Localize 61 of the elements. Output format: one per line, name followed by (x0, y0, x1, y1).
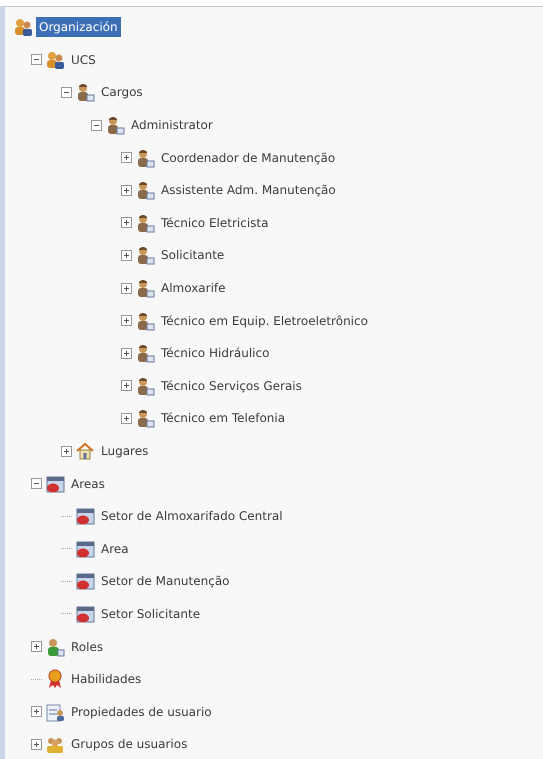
person-icon (135, 310, 155, 331)
tree-item[interactable]: Almoxarife (158, 278, 229, 298)
tree-item[interactable]: Solicitante (158, 245, 228, 266)
properties-icon (45, 702, 65, 722)
person-icon (135, 376, 155, 396)
tree-item[interactable]: Técnico Hidráulico (158, 343, 272, 364)
expand-icon[interactable] (121, 348, 132, 359)
person-icon (105, 115, 125, 136)
expand-icon[interactable] (61, 446, 72, 457)
tree-item[interactable]: Roles (68, 636, 106, 657)
tree-item[interactable]: Administrator (128, 115, 216, 136)
tree-item[interactable]: Setor Solicitante (98, 604, 204, 624)
person-icon (135, 245, 155, 266)
expand-icon[interactable] (121, 217, 132, 228)
tree-item[interactable]: Assistente Adm. Manutenção (158, 180, 339, 200)
tree-item[interactable]: Técnico Serviços Gerais (158, 376, 305, 396)
person-icon (75, 82, 95, 102)
tree-item[interactable]: UCS (68, 50, 99, 70)
collapse-icon[interactable] (61, 86, 72, 98)
tree-item[interactable]: Técnico Eletricista (158, 212, 272, 233)
area-icon (75, 571, 95, 592)
expand-icon[interactable] (121, 315, 132, 326)
expand-icon[interactable] (31, 641, 42, 652)
expand-icon[interactable] (121, 380, 132, 392)
area-icon (75, 604, 95, 624)
area-icon (45, 474, 65, 494)
area-icon (75, 538, 95, 559)
house-icon (75, 441, 95, 462)
tree-item[interactable]: Técnico em Telefonia (158, 408, 288, 428)
person-icon (135, 408, 155, 428)
tree-item[interactable]: Lugares (98, 441, 152, 462)
collapse-icon[interactable] (31, 478, 42, 490)
tree-item[interactable]: Cargos (98, 82, 146, 102)
tree-item[interactable]: Propiedades de usuario (68, 702, 215, 722)
area-icon (75, 506, 95, 526)
tree-item[interactable]: Técnico em Equip. Eletroeletrônico (158, 310, 371, 331)
expand-icon[interactable] (121, 152, 132, 164)
tree-item[interactable]: Areas (68, 474, 108, 494)
expand-icon[interactable] (121, 250, 132, 261)
tree-item[interactable]: Grupos de usuarios (68, 734, 190, 754)
tree-item[interactable]: Habilidades (68, 669, 144, 690)
expand-icon[interactable] (121, 412, 132, 424)
collapse-icon[interactable] (31, 54, 42, 66)
group-icon (45, 50, 65, 70)
tree-item[interactable]: Coordenador de Manutenção (158, 148, 338, 168)
expand-icon[interactable] (121, 282, 132, 294)
collapse-icon[interactable] (91, 120, 102, 131)
tree-item[interactable]: Organización (36, 17, 121, 38)
person-icon (135, 148, 155, 168)
expand-icon[interactable] (121, 184, 132, 196)
person-icon (135, 343, 155, 364)
person-icon (135, 212, 155, 233)
person-icon (135, 180, 155, 200)
role-icon (45, 636, 65, 657)
tree-item[interactable]: Setor de Almoxarifado Central (98, 506, 286, 526)
tree-item[interactable]: Setor de Manutenção (98, 571, 233, 592)
person-icon (135, 278, 155, 298)
expand-icon[interactable] (31, 706, 42, 718)
tree-item[interactable]: Area (98, 538, 132, 559)
expand-icon[interactable] (31, 738, 42, 750)
group-icon (13, 17, 33, 38)
